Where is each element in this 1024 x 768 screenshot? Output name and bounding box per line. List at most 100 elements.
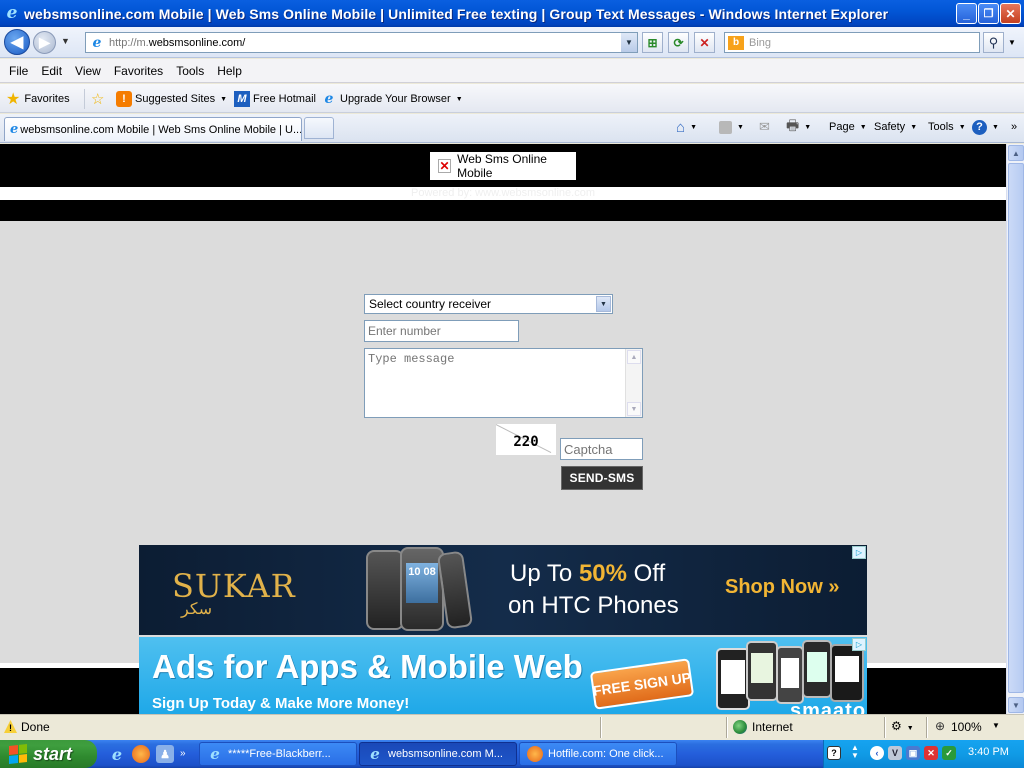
- search-options-dropdown[interactable]: ▼: [1005, 32, 1019, 53]
- scroll-down-icon[interactable]: ▼: [627, 402, 641, 416]
- restore-icon: ❐: [983, 8, 994, 20]
- page-menu[interactable]: Page ▼: [829, 117, 867, 137]
- ad2-headline: Ads for Apps & Mobile Web: [152, 648, 583, 685]
- chevron-down-icon: ▼: [804, 123, 812, 131]
- tools-menu[interactable]: Tools ▼: [928, 117, 966, 137]
- quicklaunch-ie-icon[interactable]: e: [108, 745, 126, 764]
- fav-free-hotmail[interactable]: M Free Hotmail: [234, 90, 316, 108]
- menu-view[interactable]: View: [75, 64, 101, 78]
- add-favorite-star-icon: ☆: [91, 91, 105, 108]
- restore-button[interactable]: ❐: [978, 3, 999, 24]
- add-to-favorites-bar-button[interactable]: ☆: [91, 90, 108, 108]
- compatibility-view-button[interactable]: ⊞: [642, 32, 663, 53]
- tray-arrows-icon[interactable]: ▲ ▼: [851, 744, 859, 760]
- taskbar-btn-label: websmsonline.com M...: [388, 748, 503, 760]
- scroll-up-icon[interactable]: ▲: [627, 350, 641, 364]
- close-button[interactable]: ✕: [1000, 3, 1021, 24]
- site-logo-alt-text: Web Sms Online Mobile: [457, 152, 547, 180]
- chevron-down-icon: ▼: [906, 725, 914, 732]
- safety-menu[interactable]: Safety ▼: [874, 117, 917, 137]
- window-title: websmsonline.com Mobile | Web Sms Online…: [24, 5, 889, 22]
- taskbar-btn-websmsonline[interactable]: e websmsonline.com M...: [359, 742, 517, 766]
- site-logo[interactable]: ✕ Web Sms Online Mobile: [429, 151, 577, 181]
- page-menu-label: Page: [829, 121, 855, 133]
- tray-security-icon[interactable]: ✕: [924, 746, 938, 760]
- address-url[interactable]: http://m.websmsonline.com/: [109, 37, 245, 49]
- blackberry-icon: [835, 656, 859, 682]
- address-bar[interactable]: e http://m.websmsonline.com/ ▼: [85, 32, 638, 53]
- tray-expand-icon[interactable]: ‹: [870, 746, 884, 760]
- start-button[interactable]: start: [0, 740, 97, 768]
- send-sms-button[interactable]: SEND-SMS: [561, 466, 643, 490]
- url-prefix: http://m.: [109, 36, 149, 49]
- scroll-up-icon[interactable]: ▲: [1008, 145, 1024, 161]
- scroll-thumb[interactable]: [1008, 163, 1024, 693]
- read-mail-button[interactable]: ✉: [759, 117, 770, 137]
- scroll-down-icon[interactable]: ▼: [1008, 697, 1024, 713]
- captcha-input[interactable]: [560, 438, 643, 460]
- menu-tools[interactable]: Tools: [176, 64, 204, 78]
- back-button[interactable]: ◀: [4, 29, 30, 55]
- chevron-down-icon[interactable]: ▼: [596, 296, 611, 312]
- menu-edit[interactable]: Edit: [41, 64, 62, 78]
- search-button[interactable]: ⚲: [983, 32, 1004, 53]
- menu-help[interactable]: Help: [217, 64, 242, 78]
- ad1-shop-now-button[interactable]: Shop Now »: [725, 576, 839, 599]
- chevron-down-icon: ▼: [220, 95, 228, 103]
- menu-file[interactable]: File: [9, 64, 28, 78]
- message-scrollbar[interactable]: ▲ ▼: [625, 349, 642, 417]
- security-zone: Internet: [752, 720, 793, 734]
- tab-label: websmsonline.com Mobile | Web Sms Online…: [20, 123, 302, 136]
- taskbar-btn-blackberry[interactable]: e *****Free-Blackberr...: [199, 742, 357, 766]
- clock: 3:40 PM: [968, 746, 1009, 758]
- new-tab-button[interactable]: [304, 117, 334, 139]
- zoom-dropdown[interactable]: ▼: [992, 721, 1000, 730]
- country-select[interactable]: Select country receiver ▼: [364, 294, 613, 314]
- zoom-level[interactable]: 100%: [951, 720, 982, 734]
- search-box[interactable]: b Bing: [724, 32, 980, 53]
- protected-mode-button[interactable]: ⚙ ▼: [891, 719, 914, 733]
- refresh-button[interactable]: ⟳: [668, 32, 689, 53]
- fav-suggested-sites[interactable]: ! Suggested Sites ▼: [116, 90, 227, 108]
- tray-check-icon[interactable]: ✓: [942, 746, 956, 760]
- url-domain: websmsonline.com/: [148, 36, 246, 49]
- more-commands-button[interactable]: »: [1011, 117, 1017, 137]
- taskbar-btn-hotfile[interactable]: Hotfile.com: One click...: [519, 742, 677, 766]
- ad1-phone-time: 10 08: [406, 563, 438, 603]
- close-icon: ✕: [1005, 6, 1016, 21]
- fav-upgrade-browser[interactable]: e Upgrade Your Browser ▼: [321, 90, 463, 108]
- ad2-phone-symbian: [802, 640, 832, 698]
- address-dropdown-icon[interactable]: ▼: [621, 33, 637, 52]
- minimize-button[interactable]: _: [956, 3, 977, 24]
- ad2-phone-blackberry: [830, 644, 864, 702]
- page-scrollbar[interactable]: ▲ ▼: [1006, 144, 1024, 714]
- forward-button[interactable]: ▶: [33, 31, 56, 54]
- quicklaunch-firefox-icon[interactable]: [132, 745, 150, 763]
- help-button[interactable]: ? ▼: [972, 117, 999, 137]
- home-button[interactable]: ⌂ ▼: [676, 117, 697, 137]
- adchoices-icon[interactable]: ▷: [852, 546, 866, 559]
- windows-flag-icon: [9, 744, 27, 764]
- recent-pages-dropdown[interactable]: ▼: [61, 36, 70, 46]
- ie-icon: e: [324, 91, 334, 107]
- status-divider: [884, 717, 886, 738]
- chevron-down-icon: ▼: [958, 123, 966, 131]
- captcha-image-text: 220: [513, 433, 539, 450]
- tray-network-icon[interactable]: ▣: [906, 746, 920, 760]
- adchoices-icon[interactable]: ▷: [852, 638, 866, 651]
- feeds-button[interactable]: ▼: [719, 117, 744, 137]
- windows-phone-icon: [781, 658, 799, 688]
- quicklaunch-messenger-icon[interactable]: ♟: [156, 745, 174, 763]
- tray-vpn-icon[interactable]: V: [888, 746, 902, 760]
- site-nav-bar: [0, 200, 1006, 221]
- menu-favorites[interactable]: Favorites: [114, 64, 163, 78]
- stop-button[interactable]: ✕: [694, 32, 715, 53]
- help-icon[interactable]: ?: [827, 746, 841, 760]
- favorites-button[interactable]: ★ Favorites: [6, 90, 70, 108]
- message-textarea[interactable]: [364, 348, 643, 418]
- country-select-value: Select country receiver: [369, 297, 492, 311]
- tab-websmsonline[interactable]: e websmsonline.com Mobile | Web Sms Onli…: [4, 117, 302, 141]
- number-input[interactable]: [364, 320, 519, 342]
- print-button[interactable]: 🖶 ▼: [786, 117, 811, 137]
- quicklaunch-more-icon[interactable]: »: [180, 748, 186, 759]
